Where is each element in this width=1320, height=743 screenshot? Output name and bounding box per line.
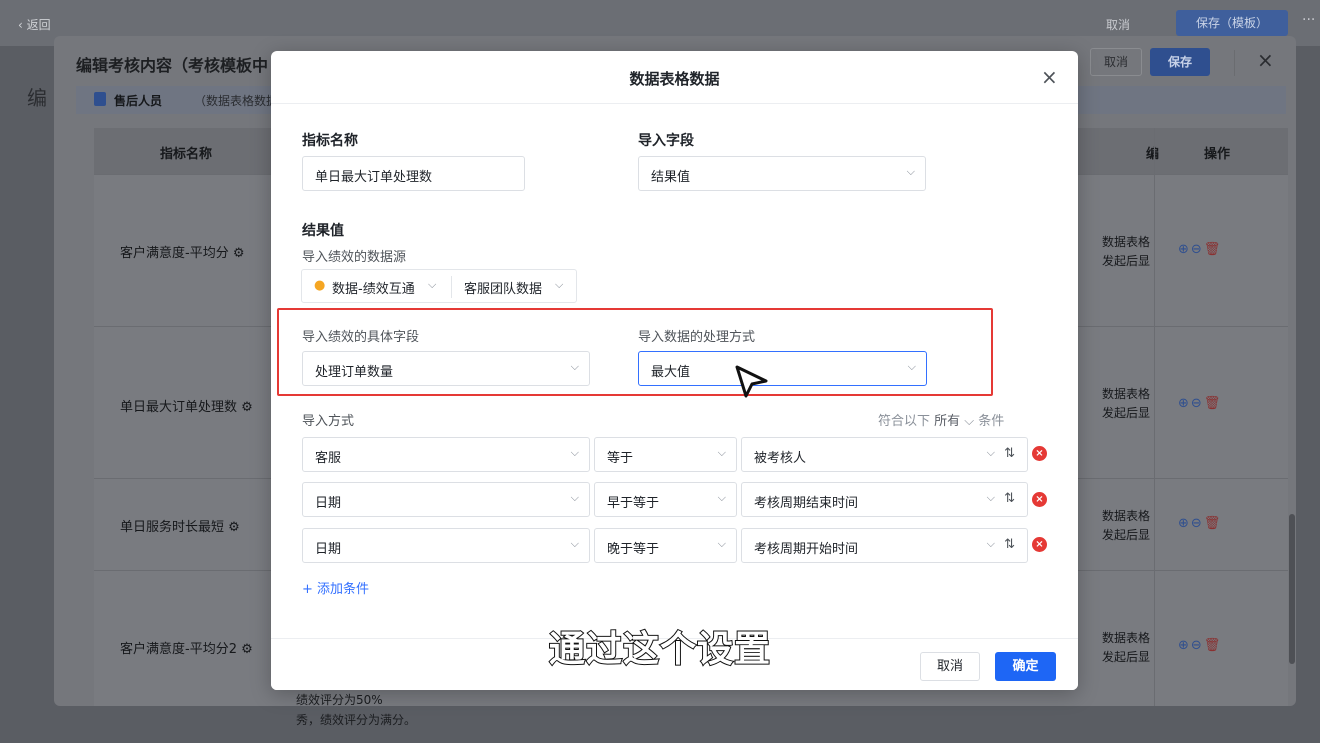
specific-field-label: 导入绩效的具体字段	[302, 330, 420, 345]
video-subtitle: 通过这个设置	[548, 628, 771, 671]
chevron-down-icon: ⌵	[570, 491, 579, 504]
indicator-name-input[interactable]: 单日最大订单处理数	[302, 156, 525, 191]
indicator-name-label: 指标名称	[302, 133, 358, 149]
chevron-down-icon: ⌵	[717, 446, 726, 459]
row-name: 单日服务时长最短 ⚙	[120, 520, 240, 535]
row-name: 单日最大订单处理数 ⚙	[120, 400, 253, 415]
panel-cancel-button[interactable]: 取消	[1090, 48, 1142, 76]
panel-save-button[interactable]: 保存	[1150, 48, 1210, 76]
save-template-button[interactable]: 保存（模板）	[1176, 10, 1288, 36]
chevron-down-icon: ⌵	[570, 360, 579, 373]
condition-value-select[interactable]: 被考核人 ⌵ ⇅	[741, 437, 1028, 472]
datasource-primary-select[interactable]: 数据-绩效互通	[332, 278, 415, 297]
datasource-secondary-select[interactable]: 客服团队数据	[464, 278, 542, 297]
add-condition-button[interactable]: + 添加条件	[302, 578, 369, 597]
condition-field-select[interactable]: 日期 ⌵	[302, 482, 590, 517]
datasource-selector: ● 数据-绩效互通 ⌵ 客服团队数据 ⌵	[301, 269, 577, 303]
back-link[interactable]: ‹ 返回	[18, 16, 51, 33]
panel-close-icon[interactable]: ×	[1257, 48, 1274, 72]
column-header-desc: 编	[1146, 147, 1160, 162]
condition-field-select[interactable]: 日期 ⌵	[302, 528, 590, 563]
swap-icon[interactable]: ⇅	[1004, 446, 1015, 461]
remove-condition-icon[interactable]: ×	[1032, 446, 1047, 461]
specific-field-select[interactable]: 处理订单数量 ⌵	[302, 351, 590, 386]
result-title: 结果值	[302, 223, 344, 239]
chevron-down-icon: ⌵	[717, 491, 726, 504]
chevron-down-icon: ⌵	[555, 278, 564, 291]
dialog-title: 数据表格数据	[629, 70, 720, 88]
condition-operator-select[interactable]: 早于等于 ⌵	[594, 482, 737, 517]
mouse-cursor-icon	[735, 365, 768, 398]
close-icon[interactable]: ×	[1041, 65, 1058, 89]
condition-operator-select[interactable]: 晚于等于 ⌵	[594, 528, 737, 563]
chevron-down-icon: ⌵	[717, 537, 726, 550]
row-actions[interactable]: ⊕⊖🗑	[1178, 516, 1222, 531]
section-label: 售后人员	[114, 94, 163, 108]
chevron-down-icon: ⌵	[986, 491, 995, 504]
plus-icon: +	[302, 582, 313, 597]
condition-field-select[interactable]: 客服 ⌵	[302, 437, 590, 472]
remove-condition-icon[interactable]: ×	[1032, 492, 1047, 507]
column-header-name: 指标名称	[160, 147, 213, 162]
panel-title: 编辑考核内容（考核模板中	[76, 56, 269, 75]
row-actions[interactable]: ⊕⊖🗑	[1178, 396, 1222, 411]
match-rule[interactable]: 符合以下 所有 ⌵ 条件	[878, 410, 1004, 429]
chevron-down-icon: ⌵	[986, 446, 995, 459]
divider	[451, 276, 452, 298]
chevron-down-icon: ⌵	[570, 537, 579, 550]
remove-condition-icon[interactable]: ×	[1032, 537, 1047, 552]
processing-label: 导入数据的处理方式	[638, 330, 756, 345]
flame-icon: ●	[314, 278, 326, 293]
behind-description: 绩效评分为50% 秀，绩效评分为满分。	[296, 693, 417, 727]
import-field-select[interactable]: 结果值 ⌵	[638, 156, 926, 191]
chevron-down-icon: ⌵	[986, 537, 995, 550]
datasource-label: 导入绩效的数据源	[302, 250, 407, 265]
row-desc: 数据表格 发起后显	[1102, 235, 1151, 268]
condition-value-select[interactable]: 考核周期开始时间 ⌵ ⇅	[741, 528, 1028, 563]
swap-icon[interactable]: ⇅	[1004, 537, 1015, 552]
dialog-header: 数据表格数据 ×	[271, 51, 1078, 104]
section-sub: （数据表格数据:	[194, 94, 283, 108]
chevron-down-icon: ⌵	[570, 446, 579, 459]
row-desc: 数据表格 发起后显	[1102, 387, 1151, 420]
divider	[1234, 50, 1235, 76]
column-header-ops: 操作	[1204, 147, 1231, 162]
row-name: 客户满意度-平均分 ⚙	[120, 246, 245, 261]
match-mode-select[interactable]: 所有	[934, 414, 960, 429]
chevron-down-icon: ⌵	[428, 278, 437, 291]
condition-value-select[interactable]: 考核周期结束时间 ⌵ ⇅	[741, 482, 1028, 517]
import-field-label: 导入字段	[638, 133, 694, 149]
row-actions[interactable]: ⊕⊖🗑	[1178, 242, 1222, 257]
app-cancel-button[interactable]: 取消	[1106, 16, 1130, 33]
row-desc: 数据表格 发起后显	[1102, 509, 1151, 542]
processing-select[interactable]: 最大值 ⌵	[638, 351, 927, 386]
more-icon[interactable]: ···	[1302, 12, 1315, 28]
back-label: 返回	[26, 18, 51, 32]
chevron-down-icon: ⌵	[907, 360, 916, 373]
chevron-down-icon: ⌵	[906, 165, 915, 178]
condition-operator-select[interactable]: 等于 ⌵	[594, 437, 737, 472]
swap-icon[interactable]: ⇅	[1004, 491, 1015, 506]
background-page-title: 编	[27, 86, 47, 110]
document-icon	[94, 92, 106, 106]
table-data-dialog: 数据表格数据 × 指标名称 单日最大订单处理数 导入字段 结果值 ⌵ 结果值 导…	[271, 51, 1078, 690]
import-method-label: 导入方式	[302, 414, 355, 429]
